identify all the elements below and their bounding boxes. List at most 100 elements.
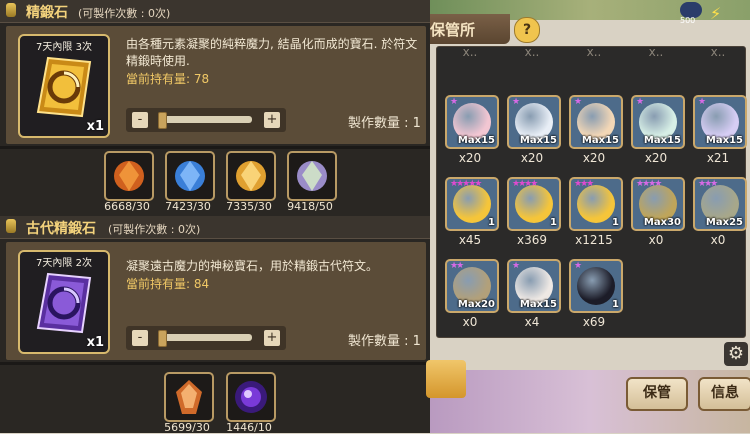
monster-level-label: Max15 — [519, 299, 557, 310]
section-title: 古代精鍛石 — [26, 221, 96, 237]
monster-count: x0 — [648, 233, 664, 247]
star-rating: ★★ — [450, 261, 464, 271]
monster-count: x45 — [458, 233, 482, 247]
weekly-limit-label: 7天內限 3次 — [36, 42, 92, 53]
monster-slot[interactable]: ★ Max15 — [693, 95, 747, 149]
star-rating: ★★★★ — [512, 179, 538, 189]
owned-amount: 當前持有量: 78 — [126, 72, 210, 86]
craft-card-ancient-stone: 7天內限 2次 x1 凝聚遠古魔力的神秘寶石，用於精鍛古代符文。 當前持有量: … — [6, 242, 426, 360]
slider-knob[interactable] — [158, 112, 167, 129]
monster-portrait-icon — [453, 185, 491, 223]
monster-count: x369 — [516, 233, 547, 247]
weekly-limit-label: 7天內限 2次 — [36, 258, 92, 269]
monster-count: x0 — [710, 233, 726, 247]
increase-button[interactable]: + — [264, 330, 280, 346]
magic-essence-icon[interactable] — [287, 151, 337, 201]
divider — [0, 146, 430, 149]
decrease-button[interactable]: - — [132, 330, 148, 346]
item-image-box[interactable]: 7天內限 2次 x1 — [18, 250, 110, 354]
material-count: 6668/30 — [104, 200, 150, 213]
monster-count: x1215 — [575, 233, 613, 247]
lightning-icon: ⚡ — [710, 4, 722, 23]
monster-slot[interactable]: ★ Max15 — [631, 95, 685, 149]
monster-level-label: Max25 — [705, 217, 743, 228]
craft-quantity-label: 製作數量 : 1 — [348, 334, 421, 349]
monster-slot[interactable]: ★ Max15 — [445, 95, 499, 149]
monster-slot[interactable]: ★★★ Max25 — [693, 177, 747, 231]
monster-portrait-icon — [577, 185, 615, 223]
star-rating: ★ — [574, 261, 582, 271]
settings-gear-icon[interactable]: ⚙ — [724, 342, 748, 366]
monster-level-label: Max30 — [643, 217, 681, 228]
crafting-panel: 精鍛石 (可製作次數 : 0次) 7天內限 3次 x1 由各種元素凝聚的純粹魔力… — [0, 0, 430, 434]
fire-essence-icon[interactable] — [104, 151, 154, 201]
monster-slot[interactable]: ★★ Max20 — [445, 259, 499, 313]
item-description: 由各種元素凝聚的純粹魔力, 結晶化而成的寶石. 於符文精鍛時使用. — [126, 37, 418, 68]
monster-slot[interactable]: ★ Max15 — [507, 259, 561, 313]
item-qty-badge: x1 — [86, 335, 104, 350]
owned-amount: 當前持有量: 84 — [126, 277, 210, 291]
section-bullet-icon — [6, 3, 16, 17]
divider — [0, 362, 430, 365]
monster-level-label: 1 — [550, 217, 557, 228]
side-tab-button[interactable] — [426, 360, 466, 398]
ancient-crystal-icon[interactable] — [164, 372, 214, 422]
storage-title: 保管所 — [430, 21, 476, 39]
monster-slot[interactable]: ★ Max15 — [507, 95, 561, 149]
storage-button[interactable]: 保管 — [626, 377, 688, 411]
monster-level-label: Max15 — [581, 135, 619, 146]
material-count: 7335/30 — [226, 200, 272, 213]
storage-grid: x.. x.. x.. x.. x.. ★ Max15 x20 ★ Max15 x20 ★ Max15… — [436, 45, 747, 338]
monster-level-label: 1 — [612, 299, 619, 310]
star-rating: ★★★ — [574, 179, 594, 189]
storage-panel: 500 ⚡ 保管所 ? x.. x.. x.. x.. x.. ★ Max15 x20 ★ Ma… — [426, 0, 750, 433]
monster-count: x20 — [458, 151, 482, 165]
material-count: 1446/10 — [226, 421, 272, 434]
craft-count-label: (可製作次數 : 0次) — [108, 223, 201, 236]
increase-button[interactable]: + — [264, 112, 280, 128]
slider-track[interactable] — [160, 116, 252, 123]
section-bullet-icon — [6, 219, 16, 233]
partial-count: x.. — [648, 45, 664, 59]
help-button[interactable]: ? — [514, 17, 540, 43]
monster-level-label: Max15 — [643, 135, 681, 146]
material-count: 9418/50 — [287, 200, 333, 213]
decrease-button[interactable]: - — [132, 112, 148, 128]
info-button[interactable]: 信息 — [698, 377, 750, 411]
star-rating: ★ — [574, 97, 582, 107]
monster-count: x20 — [582, 151, 606, 165]
partial-count: x.. — [586, 45, 602, 59]
monster-slot[interactable]: ★★★★ 1 — [507, 177, 561, 231]
water-essence-icon[interactable] — [165, 151, 215, 201]
item-description: 凝聚遠古魔力的神秘寶石，用於精鍛古代符文。 — [126, 259, 379, 273]
craft-quantity-label: 製作數量 : 1 — [348, 116, 421, 131]
monster-count: x21 — [706, 151, 730, 165]
dark-orb-icon[interactable] — [226, 372, 276, 422]
material-count: 7423/30 — [165, 200, 211, 213]
slider-knob[interactable] — [158, 330, 167, 347]
monster-level-label: Max15 — [457, 135, 495, 146]
slider-track[interactable] — [160, 334, 252, 341]
monster-count: x20 — [644, 151, 668, 165]
material-count: 5699/30 — [164, 421, 210, 434]
star-rating: ★ — [512, 261, 520, 271]
monster-slot[interactable]: ★★★★ Max30 — [631, 177, 685, 231]
section-title: 精鍛石 — [26, 5, 68, 21]
monster-slot[interactable]: ★ Max15 — [569, 95, 623, 149]
monster-slot[interactable]: ★ 1 — [569, 259, 623, 313]
refine-stone-gem-icon — [36, 56, 92, 118]
monster-level-label: 1 — [612, 217, 619, 228]
monster-level-label: Max15 — [519, 135, 557, 146]
monster-portrait-icon — [515, 185, 553, 223]
monster-portrait-icon — [577, 267, 615, 305]
wind-essence-icon[interactable] — [226, 151, 276, 201]
top-counter: 500 — [680, 16, 696, 25]
item-image-box[interactable]: 7天內限 3次 x1 — [18, 34, 110, 138]
craft-card-refine-stone: 7天內限 3次 x1 由各種元素凝聚的純粹魔力, 結晶化而成的寶石. 於符文精鍛… — [6, 26, 426, 144]
monster-slot[interactable]: ★★★ 1 — [569, 177, 623, 231]
monster-count: x0 — [462, 315, 478, 329]
monster-count: x69 — [582, 315, 606, 329]
monster-slot[interactable]: ★★★★★ 1 — [445, 177, 499, 231]
craft-count-label: (可製作次數 : 0次) — [78, 7, 171, 20]
partial-count: x.. — [462, 45, 478, 59]
